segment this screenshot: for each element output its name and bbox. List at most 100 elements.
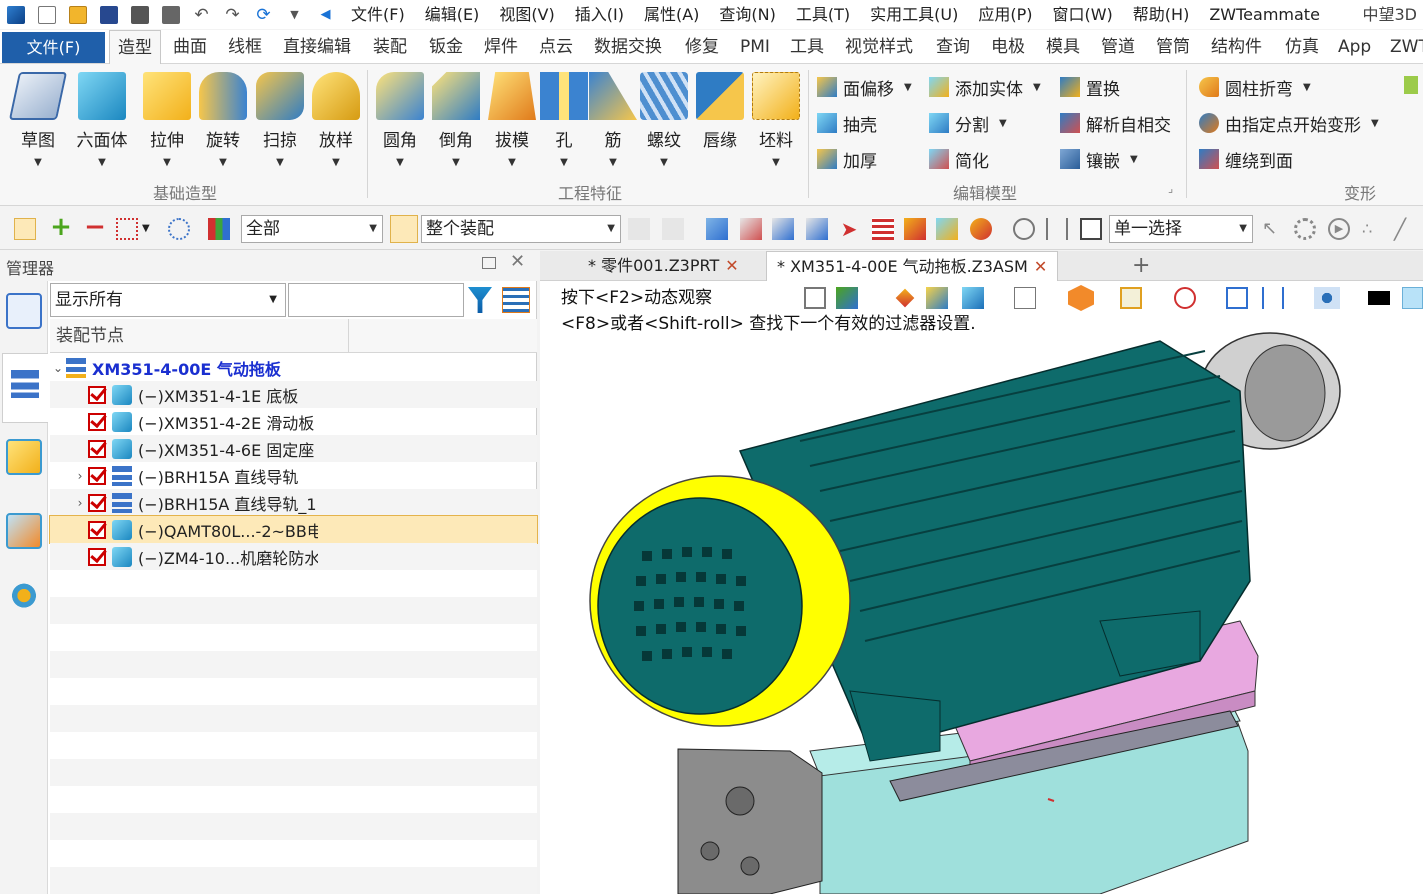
tab-data-exchange[interactable]: 数据交换 [594, 30, 662, 64]
print-setup-icon[interactable] [155, 0, 186, 29]
tab-pmi[interactable]: PMI [740, 30, 770, 64]
add-solid-button[interactable]: 添加实体 ▼ [929, 74, 1041, 100]
assembly-tool-6-icon[interactable] [936, 218, 958, 240]
overflow-icon[interactable] [1404, 76, 1418, 94]
assembly-tool-7-icon[interactable] [970, 218, 992, 240]
line-tool-icon[interactable]: ╱ [1394, 218, 1416, 240]
tab-wireframe[interactable]: 线框 [228, 30, 262, 64]
shell-button[interactable]: 抽壳 [817, 110, 877, 136]
assembly-manager-tab[interactable] [2, 353, 48, 423]
box-select-dropdown-icon[interactable]: ▼ [142, 218, 154, 240]
box-select-icon[interactable] [116, 218, 138, 240]
visibility-checkbox[interactable] [88, 412, 106, 431]
tab-electrode[interactable]: 电极 [991, 30, 1025, 64]
tab-inquire[interactable]: 查询 [936, 30, 970, 64]
fillet-button[interactable]: 圆角 ▼ [370, 72, 430, 168]
thicken-button[interactable]: 加厚 [817, 146, 877, 172]
save-icon[interactable] [93, 0, 124, 29]
extrude-button[interactable]: 拉伸 ▼ [137, 72, 197, 168]
menu-inquire[interactable]: 查询(N) [709, 0, 785, 29]
snap-points-icon[interactable]: ∴ [1362, 218, 1384, 240]
visibility-checkbox[interactable] [88, 466, 106, 485]
pick-pointer-icon[interactable] [14, 218, 36, 240]
revolve-button[interactable]: 旋转 ▼ [193, 72, 253, 168]
history-manager-icon[interactable] [6, 293, 42, 329]
play-icon[interactable]: ▶ [1328, 218, 1350, 240]
tab-assembly[interactable]: 装配 [373, 30, 407, 64]
split-button[interactable]: 分割 ▼ [929, 110, 1007, 136]
image-manager-icon[interactable] [6, 513, 42, 549]
tab-sheet-metal[interactable]: 钣金 [429, 30, 463, 64]
emboss-button[interactable]: 镶嵌 ▼ [1060, 146, 1138, 172]
tab-simulation[interactable]: 仿真 [1285, 30, 1319, 64]
visibility-checkbox[interactable] [88, 547, 106, 566]
motor-assembly-model[interactable] [540, 281, 1423, 894]
tab-point-cloud[interactable]: 点云 [539, 30, 573, 64]
remove-from-selection-icon[interactable]: − [84, 214, 106, 240]
print-icon[interactable] [124, 0, 155, 29]
new-file-icon[interactable] [31, 0, 62, 29]
stock-button[interactable]: 坯料 ▼ [746, 72, 806, 168]
cursor-icon[interactable]: ↖ [1262, 218, 1284, 240]
expand-chevron-icon[interactable]: › [72, 496, 88, 510]
block-button[interactable]: 六面体 ▼ [72, 72, 132, 168]
part-manager-icon[interactable] [6, 439, 42, 475]
minimize-panel-icon[interactable] [482, 257, 496, 269]
chamfer-button[interactable]: 倒角 ▼ [426, 72, 486, 168]
tab-repair[interactable]: 修复 [685, 30, 719, 64]
app-logo-icon[interactable] [0, 0, 31, 29]
tree-row[interactable]: (−)XM351-4-1E 底板 [50, 381, 537, 408]
visibility-checkbox[interactable] [88, 439, 106, 458]
stop-icon[interactable] [1080, 218, 1102, 240]
new-tab-icon[interactable]: + [1122, 251, 1160, 281]
select-arrow-icon[interactable]: ➤ [838, 218, 860, 240]
loft-button[interactable]: 放样 ▼ [306, 72, 366, 168]
simplify-button[interactable]: 简化 [929, 146, 989, 172]
point-deform-button[interactable]: 由指定点开始变形 ▼ [1199, 110, 1379, 136]
menu-window[interactable]: 窗口(W) [1042, 0, 1122, 29]
user-manager-icon[interactable] [6, 583, 42, 619]
tree-settings-icon[interactable] [502, 287, 530, 313]
tab-tubing[interactable]: 管筒 [1156, 30, 1190, 64]
tab-direct-edit[interactable]: 直接编辑 [283, 30, 351, 64]
menu-help[interactable]: 帮助(H) [1123, 0, 1200, 29]
open-folder-icon[interactable] [62, 0, 93, 29]
menu-view[interactable]: 视图(V) [489, 0, 564, 29]
redo-icon[interactable]: ↷ [217, 0, 248, 29]
visibility-checkbox[interactable] [88, 520, 106, 539]
menu-edit[interactable]: 编辑(E) [415, 0, 490, 29]
visibility-checkbox[interactable] [88, 493, 106, 512]
select-mode-combo[interactable]: 单一选择 ▼ [1109, 215, 1253, 243]
tree-row[interactable]: (−)XM351-4-6E 固定座 [50, 435, 537, 462]
filter-combo[interactable]: 全部 ▼ [241, 215, 383, 243]
tree-row[interactable]: (−)ZM4-10...机磨轮防水座 [50, 543, 537, 570]
doc-tab-assembly[interactable]: * XM351-4-00E 气动拖板.Z3ASM ✕ [766, 251, 1059, 281]
assembly-tool-4-icon[interactable] [806, 218, 828, 240]
menu-tools[interactable]: 工具(T) [786, 0, 860, 29]
menu-insert[interactable]: 插入(I) [565, 0, 634, 29]
group-launcher-icon[interactable]: ⌟ [1168, 182, 1173, 195]
sweep-button[interactable]: 扫掠 ▼ [250, 72, 310, 168]
thread-button[interactable]: 螺纹 ▼ [634, 72, 694, 168]
menu-file[interactable]: 文件(F) [341, 0, 415, 29]
tab-weldment[interactable]: 焊件 [484, 30, 518, 64]
menu-attribute[interactable]: 属性(A) [634, 0, 709, 29]
doc-tab-part[interactable]: * 零件001.Z3PRT ✕ [578, 251, 749, 281]
reference-b-icon[interactable] [662, 218, 684, 240]
tree-row[interactable]: (−)XM351-4-2E 滑动板 [50, 408, 537, 435]
quick-access-more-icon[interactable]: ▼ [279, 0, 310, 29]
cylinder-bend-button[interactable]: 圆柱折弯 ▼ [1199, 74, 1311, 100]
add-to-selection-icon[interactable]: + [50, 214, 72, 240]
scope-combo[interactable]: 整个装配 ▼ [421, 215, 621, 243]
assembly-tool-1-icon[interactable] [706, 218, 728, 240]
self-intersect-button[interactable]: 解析自相交 [1060, 110, 1171, 136]
assembly-tool-5-icon[interactable] [904, 218, 926, 240]
assembly-tool-3-icon[interactable] [772, 218, 794, 240]
collapse-chevron-icon[interactable]: ⌄ [50, 361, 66, 375]
visibility-checkbox[interactable] [88, 385, 106, 404]
list-icon[interactable] [872, 218, 894, 240]
show-all-combo[interactable]: 显示所有 ▼ [50, 283, 286, 317]
regen-icon[interactable]: ⟳ [248, 0, 279, 29]
wrap-to-face-button[interactable]: 缠绕到面 [1199, 146, 1293, 172]
tab-app[interactable]: App [1338, 30, 1371, 64]
